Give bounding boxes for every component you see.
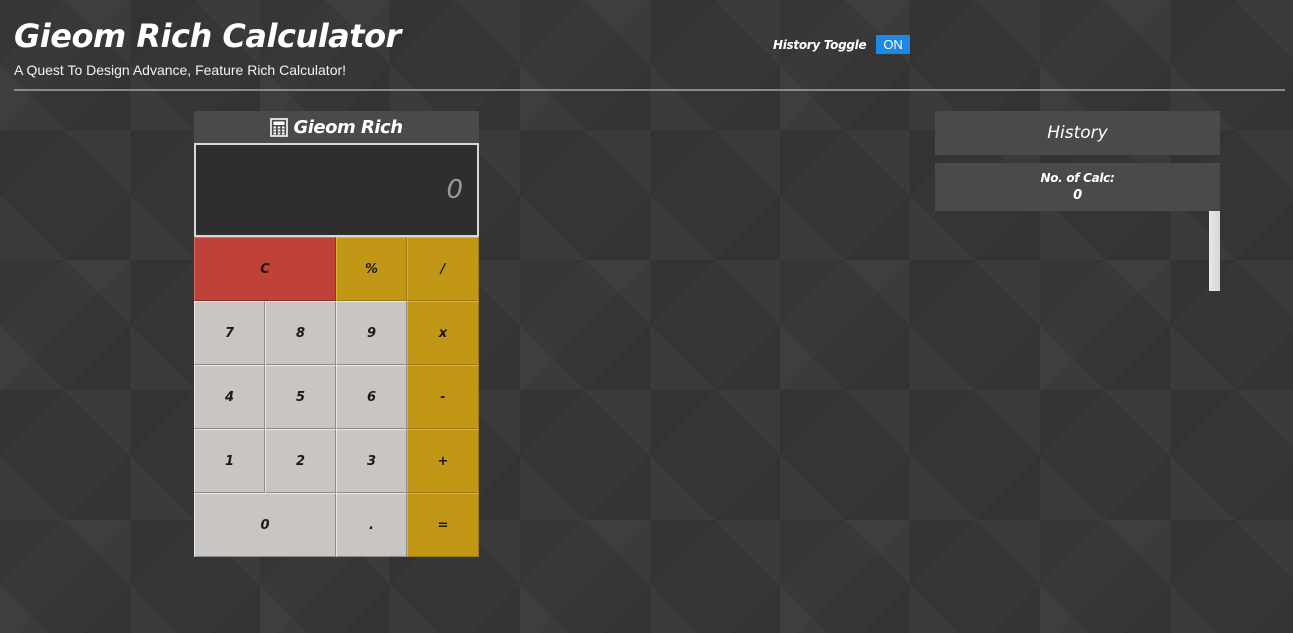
history-toggle-label: History Toggle xyxy=(773,37,867,52)
digit-7-button[interactable]: 7 xyxy=(194,301,265,365)
digit-0-button[interactable]: 0 xyxy=(194,493,336,557)
digit-3-button[interactable]: 3 xyxy=(336,429,407,493)
digit-2-button[interactable]: 2 xyxy=(265,429,336,493)
calculator-icon xyxy=(270,117,289,137)
header-divider xyxy=(14,89,1285,91)
calculator: Gieom Rich 0 C%/ 7 8 9 x 4 5 6- 1 2 3 +0. = xyxy=(194,111,479,557)
app-subtitle: A Quest To Design Advance, Feature Rich … xyxy=(14,62,347,78)
calc-count-label: No. of Calc: xyxy=(1040,171,1115,185)
app-title: Gieom Rich Calculator xyxy=(14,17,401,55)
digit-6-button[interactable]: 6 xyxy=(336,365,407,429)
history-scrollbar[interactable] xyxy=(1209,211,1220,291)
equals-button[interactable]: = xyxy=(407,493,479,557)
digit-5-button[interactable]: 5 xyxy=(265,365,336,429)
percent-button[interactable]: % xyxy=(336,237,407,301)
history-panel: History No. of Calc: 0 xyxy=(935,111,1220,291)
page-header: Gieom Rich Calculator A Quest To Design … xyxy=(14,14,1285,78)
history-toggle-button[interactable]: ON xyxy=(876,35,910,54)
calculator-title: Gieom Rich xyxy=(293,116,403,138)
history-list[interactable] xyxy=(935,211,1220,291)
clear-button[interactable]: C xyxy=(194,237,336,301)
multiply-button[interactable]: x xyxy=(407,301,479,365)
digit-8-button[interactable]: 8 xyxy=(265,301,336,365)
display-value: 0 xyxy=(446,175,463,205)
history-header: History xyxy=(935,111,1220,155)
calculator-header: Gieom Rich xyxy=(194,111,479,143)
calculator-display: 0 xyxy=(194,143,479,237)
decimal-button[interactable]: . xyxy=(336,493,407,557)
digit-1-button[interactable]: 1 xyxy=(194,429,265,493)
subtract-button[interactable]: - xyxy=(407,365,479,429)
calc-count-value: 0 xyxy=(1073,188,1082,203)
calc-count: No. of Calc: 0 xyxy=(935,163,1220,211)
add-button[interactable]: + xyxy=(407,429,479,493)
divide-button[interactable]: / xyxy=(407,237,479,301)
history-title: History xyxy=(1047,123,1108,143)
keypad: C%/ 7 8 9 x 4 5 6- 1 2 3 +0. = xyxy=(194,237,479,557)
digit-4-button[interactable]: 4 xyxy=(194,365,265,429)
history-toggle: History Toggle ON xyxy=(773,35,910,54)
digit-9-button[interactable]: 9 xyxy=(336,301,407,365)
